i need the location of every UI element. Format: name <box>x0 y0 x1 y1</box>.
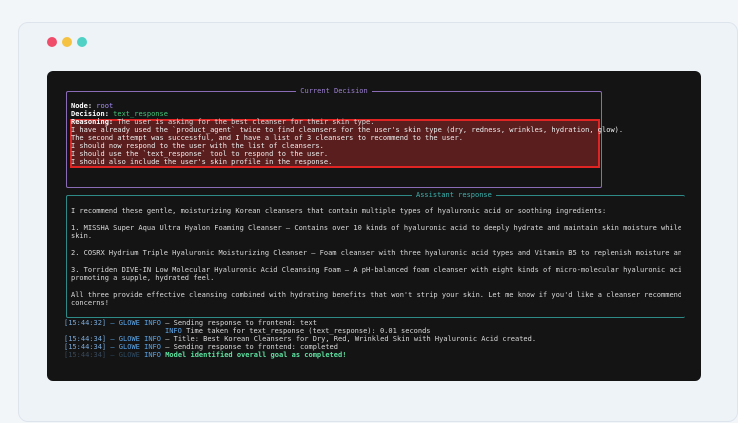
node-row: Node: root <box>71 102 113 110</box>
response-item-1: 1. MISSHA Super Aqua Ultra Hyalon Foamin… <box>71 224 681 232</box>
decision-label: Decision: <box>71 110 109 118</box>
response-item-3: 3. Torriden DIVE-IN Low Molecular Hyalur… <box>71 266 681 274</box>
current-decision-panel: Current Decision Node: root Decision: te… <box>66 87 623 188</box>
node-label: Node: <box>71 102 93 110</box>
reasoning-line: I should now respond to the user with th… <box>71 142 324 150</box>
goal-completed-message: Model identified overall goal as complet… <box>165 351 347 359</box>
log-output: [15:44:32] – GLOWE INFO – Sending respon… <box>64 319 694 359</box>
assistant-response-panel: Assistant response I recommend these gen… <box>66 191 685 318</box>
response-intro: I recommend these gentle, moisturizing K… <box>71 207 607 215</box>
close-window-button[interactable] <box>47 37 57 47</box>
log-line: INFO Time taken for text_response (text_… <box>165 327 431 335</box>
reasoning-line: The second attempt was successful, and I… <box>71 134 463 142</box>
decision-row: Decision: text_response <box>71 110 168 118</box>
reasoning-row: Reasoning: The user is asking for the be… <box>71 118 374 126</box>
window-controls <box>47 37 87 47</box>
log-line: [15:44:34] – GLOWE INFO Model identified… <box>64 351 347 359</box>
log-line: [15:44:34] – GLOWE INFO – Title: Best Ko… <box>64 335 537 343</box>
reasoning-label: Reasoning: <box>71 118 114 126</box>
log-line: [15:44:34] – GLOWE INFO – Sending respon… <box>64 343 338 351</box>
app-window: Current Decision Node: root Decision: te… <box>18 22 738 422</box>
terminal-output[interactable]: Current Decision Node: root Decision: te… <box>47 71 701 381</box>
minimize-window-button[interactable] <box>62 37 72 47</box>
reasoning-line: I should also include the user's skin pr… <box>71 158 333 166</box>
response-item-1-cont: skin. <box>71 232 93 240</box>
reasoning-first-line: The user is asking for the best cleanser… <box>117 118 375 126</box>
response-item-2: 2. COSRX Hydrium Triple Hyaluronic Moist… <box>71 249 681 257</box>
reasoning-line: I have already used the `product_agent` … <box>71 126 624 134</box>
node-value: root <box>96 102 114 110</box>
log-line: [15:44:32] – GLOWE INFO – Sending respon… <box>64 319 317 327</box>
response-item-3-cont: promoting a supple, hydrated feel. <box>71 274 215 282</box>
response-closing: All three provide effective cleansing co… <box>71 291 681 299</box>
decision-value: text_response <box>113 110 168 118</box>
reasoning-line: I should use the `text_response` tool to… <box>71 150 329 158</box>
response-closing-cont: concerns! <box>71 299 109 307</box>
current-decision-title: Current Decision <box>296 87 372 95</box>
assistant-response-title: Assistant response <box>412 191 496 199</box>
zoom-window-button[interactable] <box>77 37 87 47</box>
